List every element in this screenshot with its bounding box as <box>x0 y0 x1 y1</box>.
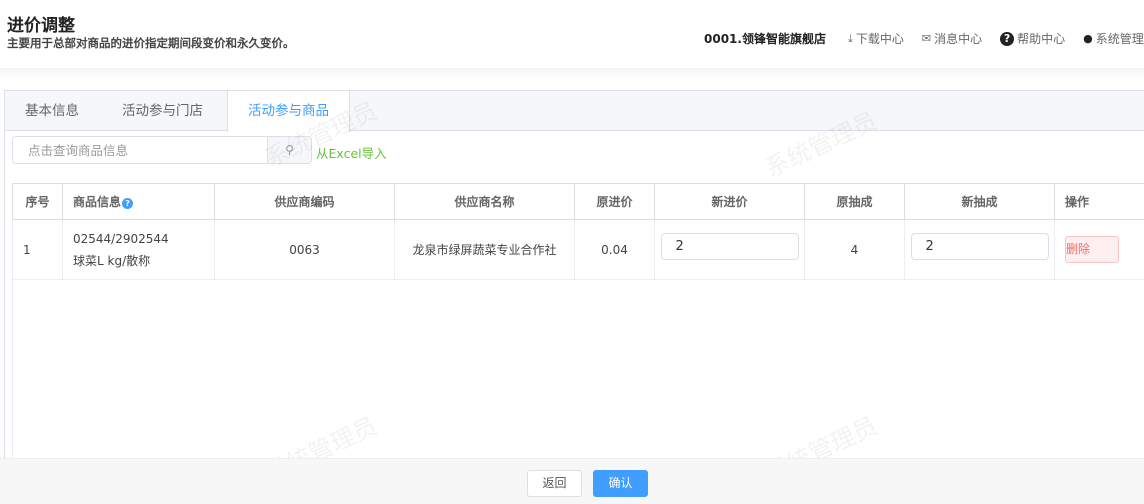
tab-bar: 基本信息 活动参与门店 活动参与商品 <box>5 91 1144 132</box>
col-supplier-name: 供应商名称 <box>394 183 575 220</box>
nav-help-center[interactable]: ? 帮助中心 <box>1000 30 1065 47</box>
col-supplier-code: 供应商编码 <box>214 183 395 220</box>
search-input[interactable] <box>13 137 267 163</box>
store-name: 0001.领锋智能旗舰店 <box>704 32 826 46</box>
page-header: 进价调整 主要用于总部对商品的进价指定期间段变价和永久变价。 0001.领锋智能… <box>0 0 1144 68</box>
product-name: 球菜L kg/散称 <box>73 253 151 268</box>
page-title: 进价调整 <box>7 16 75 36</box>
header-divider <box>0 68 1144 80</box>
col-label: 商品信息 <box>73 195 122 209</box>
info-icon[interactable]: ? <box>122 198 134 209</box>
supplier-code: 0063 <box>214 219 395 280</box>
product-table: 序号 商品信息? 供应商编码 供应商名称 原进价 新进价 原抽成 新抽成 操作 … <box>12 183 1144 280</box>
supplier-name: 龙泉市绿屏蔬菜专业合作社 <box>394 219 575 280</box>
action-cell: 删除 <box>1054 219 1144 280</box>
nav-label: 下载中心 <box>855 32 904 46</box>
table-row: 1 02544/2902544 球菜L kg/散称 0063 龙泉市绿屏蔬菜专业合… <box>12 219 1144 280</box>
new-price-input[interactable] <box>660 233 799 260</box>
product-search: ⚲ <box>12 136 312 164</box>
col-action: 操作 <box>1054 183 1144 220</box>
col-new-commission: 新抽成 <box>904 183 1055 220</box>
nav-message-center[interactable]: ✉ 消息中心 <box>922 30 982 47</box>
old-price: 0.04 <box>574 219 655 280</box>
nav-download-center[interactable]: ⤓ 下载中心 <box>848 30 904 47</box>
download-icon: ⤓ <box>847 31 853 45</box>
col-old-commission: 原抽成 <box>804 183 905 220</box>
nav-system-admin[interactable]: ● 系统管理 <box>1083 30 1144 47</box>
table-header: 序号 商品信息? 供应商编码 供应商名称 原进价 新进价 原抽成 新抽成 操作 <box>12 183 1144 220</box>
tab-panel: 基本信息 活动参与门店 活动参与商品 ⚲ 从Excel导入 序号 商品信息? 供… <box>4 90 1144 470</box>
new-price-cell <box>654 219 805 280</box>
page-subtitle: 主要用于总部对商品的进价指定期间段变价和永久变价。 <box>7 36 295 50</box>
col-product-info: 商品信息? <box>62 183 215 220</box>
help-icon: ? <box>1000 31 1015 46</box>
new-commission-cell <box>904 219 1055 280</box>
col-new-price: 新进价 <box>654 183 805 220</box>
top-nav: 0001.领锋智能旗舰店 ⤓ 下载中心 ✉ 消息中心 ? 帮助中心 ● 系统管理 <box>704 30 1144 47</box>
back-button[interactable]: 返回 <box>527 470 582 497</box>
product-code: 02544/2902544 <box>73 231 169 246</box>
nav-label: 帮助中心 <box>1017 32 1066 46</box>
new-commission-input[interactable] <box>910 233 1049 260</box>
row-index: 1 <box>12 219 63 280</box>
tab-stores[interactable]: 活动参与门店 <box>122 91 203 131</box>
footer-bar: 返回 确认 <box>0 458 1144 504</box>
search-icon: ⚲ <box>285 143 294 157</box>
product-info: 02544/2902544 球菜L kg/散称 <box>62 219 215 280</box>
col-index: 序号 <box>12 183 63 220</box>
col-old-price: 原进价 <box>574 183 655 220</box>
confirm-button[interactable]: 确认 <box>593 470 648 497</box>
old-commission: 4 <box>804 219 905 280</box>
table-border <box>12 279 13 469</box>
search-button[interactable]: ⚲ <box>267 137 311 163</box>
delete-button[interactable]: 删除 <box>1065 236 1119 263</box>
nav-label: 消息中心 <box>934 32 983 46</box>
tab-basic-info[interactable]: 基本信息 <box>25 91 79 131</box>
user-icon: ● <box>1083 32 1093 45</box>
tab-products[interactable]: 活动参与商品 <box>227 91 350 132</box>
nav-label: 系统管理 <box>1095 32 1144 46</box>
import-excel-link[interactable]: 从Excel导入 <box>316 143 387 162</box>
mail-icon: ✉ <box>921 32 932 45</box>
